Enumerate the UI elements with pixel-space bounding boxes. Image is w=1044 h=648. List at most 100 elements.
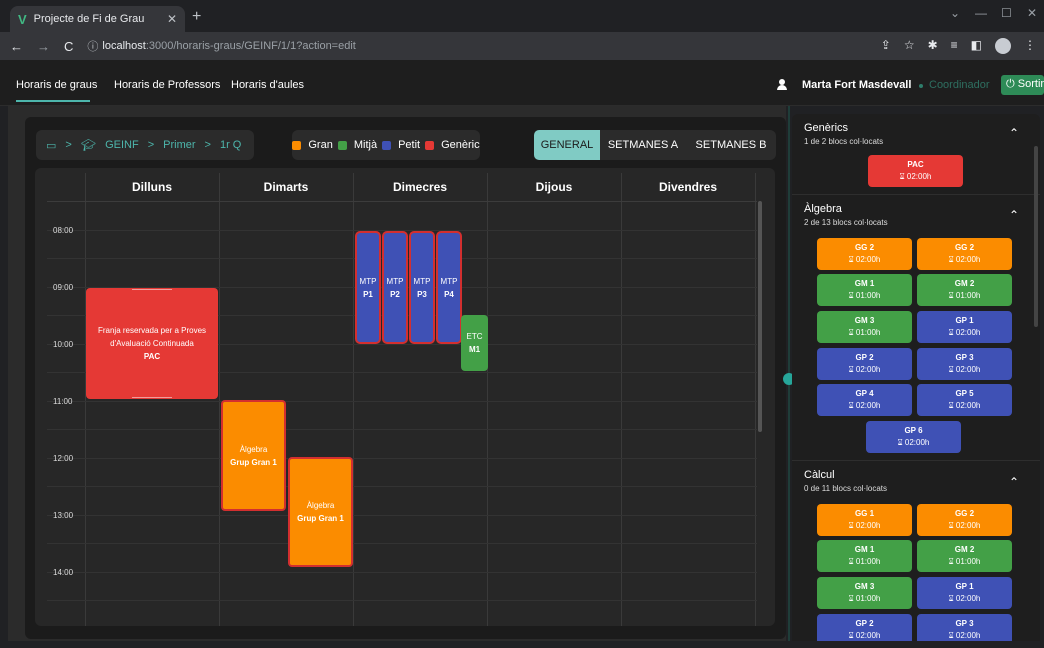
section-title-generics: Genèrics bbox=[804, 122, 849, 134]
menu-icon[interactable]: ⋮ bbox=[1024, 38, 1036, 54]
chevron-up-icon[interactable]: ⌃ bbox=[1009, 126, 1019, 140]
time-label: 09:00 bbox=[53, 283, 74, 292]
block-label: GG 2 bbox=[954, 509, 975, 518]
event-etc-m1[interactable]: ETC M1 bbox=[461, 315, 488, 371]
close-icon[interactable]: ✕ bbox=[167, 12, 177, 26]
breadcrumb-separator: > bbox=[204, 139, 211, 151]
block-algebra[interactable]: GM 2 ⌛︎ 01:00h bbox=[917, 274, 1012, 306]
block-duration-value: 01:00h bbox=[955, 557, 981, 566]
block-label: GP 2 bbox=[855, 619, 874, 628]
event-mtp-p2[interactable]: MTP P2 bbox=[382, 231, 408, 344]
block-label: GG 2 bbox=[954, 243, 975, 252]
block-duration-value: 02:00h bbox=[955, 631, 981, 640]
legend-swatch-generic bbox=[425, 140, 435, 150]
hour-line bbox=[47, 600, 757, 601]
maximize-icon[interactable]: ☐ bbox=[1001, 6, 1012, 20]
legend-swatch-gran bbox=[292, 140, 302, 150]
tab-horaris-professors[interactable]: Horaris de Professors bbox=[114, 79, 220, 91]
block-calcul[interactable]: GM 1 ⌛︎ 01:00h bbox=[817, 540, 912, 572]
share-icon[interactable]: ⇪ bbox=[881, 38, 891, 54]
block-algebra[interactable]: GP 1 ⌛︎ 02:00h bbox=[917, 311, 1012, 343]
logout-button[interactable]: ⏻ Sortir bbox=[1001, 75, 1044, 95]
block-calcul[interactable]: GG 2 ⌛︎ 02:00h bbox=[917, 504, 1012, 536]
side-panel-icon[interactable]: ◧ bbox=[971, 38, 982, 54]
block-algebra[interactable]: GP 5 ⌛︎ 02:00h bbox=[917, 384, 1012, 416]
extensions-icon[interactable]: ✱ bbox=[928, 38, 938, 54]
role-dot bbox=[919, 84, 923, 88]
event-pac[interactable]: Franja reservada per a Proves d'Avaluaci… bbox=[86, 288, 218, 399]
hour-line bbox=[47, 572, 757, 573]
block-algebra[interactable]: GP 4 ⌛︎ 02:00h bbox=[817, 384, 912, 416]
chevron-up-icon[interactable]: ⌃ bbox=[1009, 475, 1019, 489]
reading-list-icon[interactable]: ≡ bbox=[951, 38, 958, 54]
resize-handle[interactable] bbox=[132, 289, 172, 290]
event-mtp-p3[interactable]: MTP P3 bbox=[409, 231, 435, 344]
sidebar-scrollbar[interactable] bbox=[1034, 146, 1038, 327]
week-view-tabs: GENERAL SETMANES A SETMANES B bbox=[534, 130, 776, 160]
block-duration-value: 02:00h bbox=[955, 365, 981, 374]
block-algebra[interactable]: GG 2 ⌛︎ 02:00h bbox=[917, 238, 1012, 270]
block-label: GM 1 bbox=[854, 279, 875, 288]
reload-icon[interactable]: C bbox=[64, 39, 73, 54]
block-algebra[interactable]: GM 3 ⌛︎ 01:00h bbox=[817, 311, 912, 343]
block-duration-value: 02:00h bbox=[955, 255, 981, 264]
tab-general[interactable]: GENERAL bbox=[534, 130, 600, 160]
block-calcul[interactable]: GG 1 ⌛︎ 02:00h bbox=[817, 504, 912, 536]
back-icon[interactable]: ← bbox=[10, 39, 23, 54]
event-subject: MTP bbox=[413, 276, 431, 286]
section-subtitle-algebra: 2 de 13 blocs col·locats bbox=[804, 218, 888, 227]
block-algebra[interactable]: GG 2 ⌛︎ 02:00h bbox=[817, 238, 912, 270]
hour-line bbox=[47, 486, 757, 487]
block-duration-value: 01:00h bbox=[955, 291, 981, 300]
address-bar[interactable]: localhost:3000/horaris-graus/GEINF/1/1?a… bbox=[102, 40, 355, 52]
block-algebra[interactable]: GP 3 ⌛︎ 02:00h bbox=[917, 348, 1012, 380]
breadcrumb-quarter[interactable]: 1r Q bbox=[220, 139, 241, 151]
tab-horaris-graus[interactable]: Horaris de graus bbox=[16, 79, 97, 91]
column-divider bbox=[353, 173, 354, 626]
tab-setmanes-a[interactable]: SETMANES A bbox=[600, 130, 686, 160]
chevron-down-icon[interactable]: ⌄ bbox=[950, 6, 960, 20]
block-calcul[interactable]: GM 2 ⌛︎ 01:00h bbox=[917, 540, 1012, 572]
breadcrumb-course[interactable]: Primer bbox=[163, 139, 195, 151]
block-calcul[interactable]: GP 1 ⌛︎ 02:00h bbox=[917, 577, 1012, 609]
block-label: GP 5 bbox=[955, 389, 974, 398]
block-duration: ⌛︎ 02:00h bbox=[948, 328, 981, 337]
hour-line bbox=[47, 401, 757, 402]
new-tab-icon[interactable]: + bbox=[192, 8, 201, 26]
event-algebra-gg1[interactable]: Àlgebra Grup Gran 1 bbox=[221, 400, 286, 511]
block-duration: ⌛︎ 01:00h bbox=[848, 291, 881, 300]
block-algebra[interactable]: GP 2 ⌛︎ 02:00h bbox=[817, 348, 912, 380]
tab-setmanes-b[interactable]: SETMANES B bbox=[686, 130, 776, 160]
block-duration-value: 02:00h bbox=[955, 594, 981, 603]
block-algebra[interactable]: GP 6 ⌛︎ 02:00h bbox=[866, 421, 961, 453]
event-mtp-p4[interactable]: MTP P4 bbox=[436, 231, 462, 344]
tab-horaris-aules[interactable]: Horaris d'aules bbox=[231, 79, 304, 91]
breadcrumb-separator: > bbox=[65, 139, 72, 151]
day-header-dimarts: Dimarts bbox=[263, 180, 309, 194]
day-header-divendres: Divendres bbox=[658, 180, 718, 194]
event-group: P3 bbox=[417, 289, 427, 299]
block-calcul[interactable]: GM 3 ⌛︎ 01:00h bbox=[817, 577, 912, 609]
breadcrumb-degree[interactable]: GEINF bbox=[105, 139, 139, 151]
block-duration-value: 02:00h bbox=[906, 172, 932, 181]
profile-avatar[interactable] bbox=[995, 38, 1011, 54]
close-window-icon[interactable]: ✕ bbox=[1027, 6, 1037, 20]
forward-icon[interactable]: → bbox=[37, 39, 50, 54]
calendar-icon[interactable]: ▭ bbox=[46, 139, 56, 152]
browser-tab[interactable]: V Projecte de Fi de Grau ✕ bbox=[10, 6, 185, 32]
event-mtp-p1[interactable]: MTP P1 bbox=[355, 231, 381, 344]
resize-handle[interactable] bbox=[132, 397, 172, 398]
browser-tab-title: Projecte de Fi de Grau bbox=[33, 13, 145, 25]
block-pac[interactable]: PAC ⌛︎ 02:00h bbox=[868, 155, 963, 187]
block-algebra[interactable]: GM 1 ⌛︎ 01:00h bbox=[817, 274, 912, 306]
user-name: Marta Fort Masdevall bbox=[802, 79, 912, 91]
block-label: GM 1 bbox=[854, 545, 875, 554]
star-icon[interactable]: ☆ bbox=[904, 38, 915, 54]
event-algebra-gg1[interactable]: Àlgebra Grup Gran 1 bbox=[288, 457, 353, 567]
hour-line bbox=[47, 543, 757, 544]
weekly-calendar: Dilluns Dimarts Dimecres Dijous Divendre… bbox=[35, 168, 775, 626]
calendar-scrollbar[interactable] bbox=[758, 201, 762, 432]
minimize-icon[interactable]: — bbox=[975, 6, 987, 20]
chevron-up-icon[interactable]: ⌃ bbox=[1009, 208, 1019, 222]
time-label: 12:00 bbox=[53, 454, 74, 463]
